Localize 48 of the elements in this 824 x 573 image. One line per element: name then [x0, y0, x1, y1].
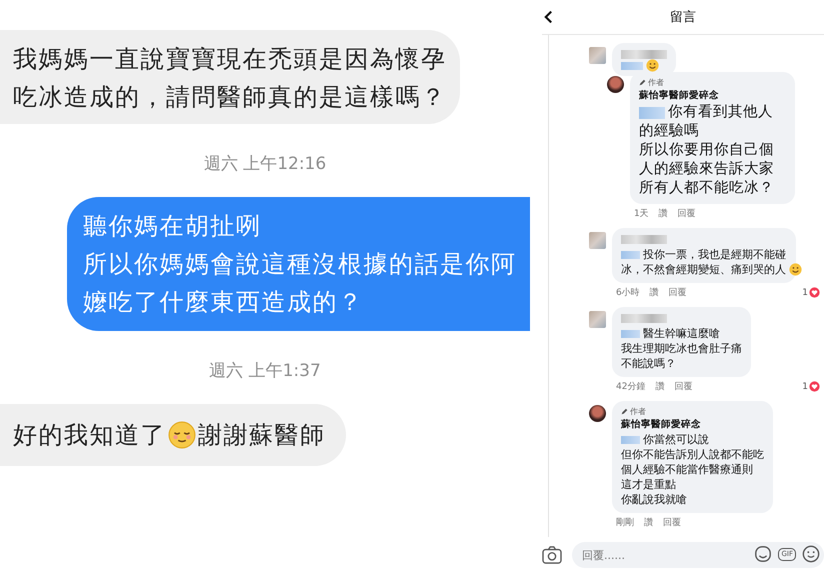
- sticker-icon[interactable]: [754, 545, 772, 563]
- author-label: 作者: [648, 77, 664, 88]
- smiley-icon[interactable]: [802, 545, 820, 563]
- reaction-count: 1: [802, 382, 808, 392]
- comment-text: 個人經驗不能當作醫療通則: [621, 462, 754, 477]
- like-link[interactable]: 讚: [655, 380, 664, 393]
- reply-link[interactable]: 回覆: [668, 286, 687, 299]
- comment-text: 我生理期吃冰也會肚子痛: [621, 341, 742, 356]
- comment-text: 投你一票，我也是經期不能碰冰，不然會經期變短、痛到哭的人: [621, 247, 787, 277]
- pencil-icon: [639, 79, 646, 86]
- comment-text: 所以你要用你自己個人的經驗來告訴大家所有人都不能吃冰？: [639, 141, 775, 198]
- comment-time: 1天: [634, 208, 649, 220]
- page-title: 留言: [670, 9, 696, 26]
- blurred-name: [621, 235, 667, 244]
- avatar[interactable]: [589, 405, 606, 422]
- author-label: 作者: [630, 406, 646, 417]
- comment-time: 剛剛: [616, 516, 634, 529]
- blurred-mention: [621, 62, 643, 70]
- comment-time: 42分鐘: [616, 380, 646, 393]
- comment-time: 6小時: [616, 286, 640, 299]
- heart-icon: [809, 381, 820, 392]
- comment-text: 你亂說我就嗆: [621, 492, 688, 507]
- heart-icon: [809, 287, 820, 298]
- message-text: 我媽媽一直說寶寶現在禿頭是因為懷孕吃冰造成的，請問醫師真的是這樣嗎？: [13, 44, 448, 113]
- message-text: 聽你媽在胡扯咧: [83, 211, 262, 242]
- camera-icon[interactable]: [542, 546, 562, 564]
- back-icon[interactable]: [544, 10, 553, 24]
- avatar[interactable]: [607, 76, 624, 93]
- pencil-icon: [621, 408, 628, 415]
- like-link[interactable]: 讚: [658, 207, 668, 220]
- comment-text: 不能說嗎？: [621, 356, 677, 371]
- comment-text: 這才是重點: [621, 477, 677, 492]
- message-text: 謝謝蘇醫師: [198, 420, 326, 451]
- like-link[interactable]: 讚: [644, 516, 653, 529]
- timestamp: 週六 上午1:37: [208, 360, 322, 382]
- reply-link[interactable]: 回覆: [674, 380, 692, 393]
- blurred-name: [621, 314, 667, 323]
- comment-text: 但你不能告訴別人說都不能吃: [621, 447, 764, 462]
- reply-link[interactable]: 回覆: [678, 207, 696, 220]
- like-link[interactable]: 讚: [650, 286, 659, 299]
- message-text: 所以你媽媽會說這種沒根據的話是你阿嬤吃了什麼東西造成的？: [83, 249, 518, 318]
- commenter-name[interactable]: 蘇怡寧醫師愛碎念: [621, 418, 764, 431]
- message-text: 好的我知道了: [13, 420, 166, 451]
- timestamp: 週六 上午12:16: [202, 153, 328, 175]
- commenter-name[interactable]: 蘇怡寧醫師愛碎念: [639, 89, 786, 102]
- reply-link[interactable]: 回覆: [663, 516, 681, 529]
- reaction-count: 1: [802, 288, 808, 298]
- blurred-name: [621, 50, 667, 59]
